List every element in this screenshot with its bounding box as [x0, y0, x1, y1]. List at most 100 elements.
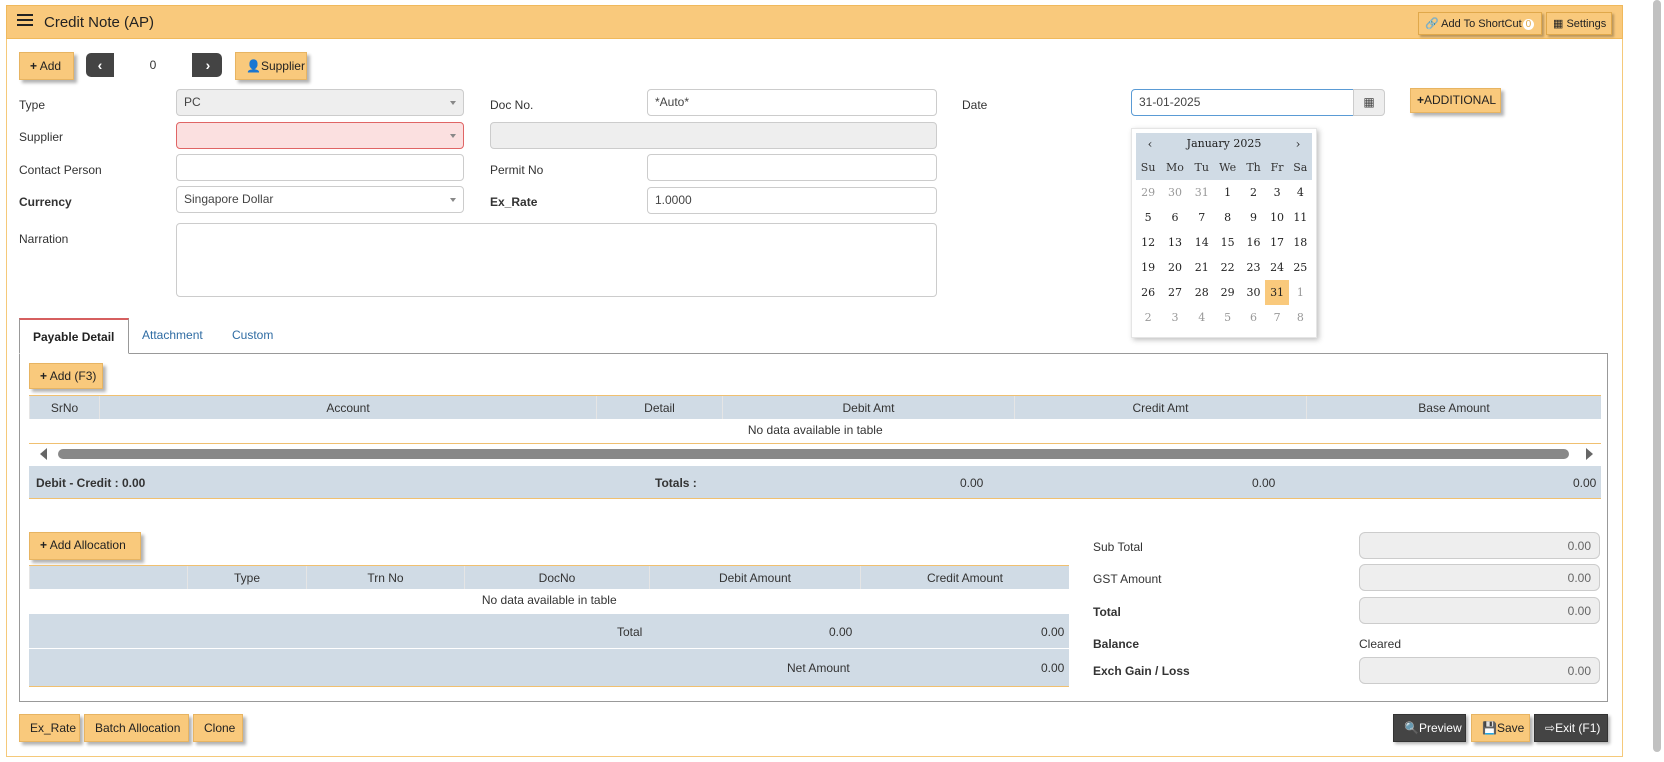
calendar-day[interactable]: 11 — [1289, 205, 1312, 230]
calendar-day[interactable]: 29 — [1136, 180, 1160, 205]
horizontal-scrollbar[interactable] — [36, 448, 1597, 460]
calendar-day[interactable]: 7 — [1190, 205, 1214, 230]
calendar-icon[interactable]: ▦ — [1353, 89, 1385, 116]
calendar-month-label[interactable]: January 2025 — [1187, 137, 1262, 150]
exit-button[interactable]: ⇨Exit (F1) — [1534, 714, 1608, 742]
exrate-button[interactable]: Ex_Rate — [19, 714, 80, 742]
contact-person-input[interactable] — [176, 154, 464, 181]
calendar-day[interactable]: 4 — [1190, 305, 1214, 330]
narration-textarea[interactable] — [176, 223, 937, 297]
tab-payable-detail[interactable]: Payable Detail — [19, 318, 129, 354]
calendar-day[interactable]: 26 — [1136, 280, 1160, 305]
calendar-day[interactable]: 6 — [1242, 305, 1266, 330]
add-allocation-button[interactable]: + Add Allocation — [29, 532, 141, 560]
batch-allocation-button[interactable]: Batch Allocation — [84, 714, 189, 742]
chevron-down-icon — [450, 101, 456, 105]
scrollbar-thumb[interactable] — [58, 449, 1569, 459]
calendar-day[interactable]: 25 — [1289, 255, 1312, 280]
add-button[interactable]: + Add — [19, 52, 74, 80]
plus-icon: + — [40, 369, 48, 383]
clone-button[interactable]: Clone — [193, 714, 243, 742]
calendar-day[interactable]: 19 — [1136, 255, 1160, 280]
calendar-day[interactable]: 9 — [1242, 205, 1266, 230]
save-button[interactable]: 💾Save — [1471, 714, 1530, 742]
column-header[interactable]: Trn No — [306, 566, 465, 589]
calendar-day[interactable]: 15 — [1214, 230, 1242, 255]
calendar-day[interactable]: 21 — [1190, 255, 1214, 280]
prev-record-icon[interactable]: ‹ — [92, 57, 108, 73]
next-record-icon[interactable]: › — [200, 57, 216, 73]
scroll-right-icon[interactable] — [1586, 448, 1593, 460]
date-label: Date — [962, 98, 988, 112]
record-number[interactable]: 0 — [114, 53, 192, 77]
column-header[interactable]: Debit Amount — [649, 566, 861, 589]
calendar-day[interactable]: 3 — [1265, 180, 1288, 205]
supplier-button[interactable]: 👤Supplier — [235, 52, 307, 80]
type-select[interactable]: PC — [176, 89, 464, 116]
calendar-day[interactable]: 22 — [1214, 255, 1242, 280]
additional-button[interactable]: +ADDITIONAL — [1410, 88, 1501, 113]
calendar-day[interactable]: 1 — [1289, 280, 1312, 305]
calendar-day[interactable]: 8 — [1289, 305, 1312, 330]
column-header[interactable]: Type — [187, 566, 307, 589]
calendar-day[interactable]: 18 — [1289, 230, 1312, 255]
calendar-day[interactable]: 29 — [1214, 280, 1242, 305]
calendar-day[interactable]: 31 — [1190, 180, 1214, 205]
column-header[interactable]: Base Amount — [1306, 396, 1601, 419]
column-header[interactable]: DocNo — [464, 566, 650, 589]
calendar-day[interactable]: 16 — [1242, 230, 1266, 255]
preview-button[interactable]: 🔍Preview — [1393, 714, 1466, 742]
next-month-icon[interactable]: › — [1290, 133, 1306, 155]
calendar-day[interactable]: 28 — [1190, 280, 1214, 305]
calendar-day[interactable]: 3 — [1160, 305, 1190, 330]
calendar-day[interactable]: 2 — [1242, 180, 1266, 205]
scroll-left-icon[interactable] — [40, 448, 47, 460]
currency-select[interactable]: Singapore Dollar — [176, 186, 464, 213]
add-to-shortcut-button[interactable]: 🔗 Add To ShortCut 0 — [1418, 12, 1542, 35]
link-icon: 🔗 — [1425, 18, 1439, 30]
add-detail-button[interactable]: + Add (F3) — [29, 363, 103, 389]
permit-no-input[interactable] — [647, 154, 937, 181]
vertical-scrollbar[interactable] — [1650, 0, 1664, 762]
prev-month-icon[interactable]: ‹ — [1142, 133, 1158, 155]
calendar-day[interactable]: 12 — [1136, 230, 1160, 255]
calendar-day[interactable]: 23 — [1242, 255, 1266, 280]
narration-label: Narration — [19, 232, 69, 246]
vertical-scrollbar-thumb[interactable] — [1653, 0, 1661, 752]
calendar-day[interactable]: 17 — [1265, 230, 1288, 255]
calendar-day[interactable]: 24 — [1265, 255, 1288, 280]
exrate-input[interactable]: 1.0000 — [647, 187, 937, 214]
column-header[interactable]: Credit Amount — [860, 566, 1069, 589]
calendar-day[interactable]: 10 — [1265, 205, 1288, 230]
column-header[interactable]: Debit Amt — [722, 396, 1015, 419]
calendar-day[interactable]: 1 — [1214, 180, 1242, 205]
calendar-caption: ‹ January 2025 › — [1136, 133, 1312, 155]
tab-attachment[interactable]: Attachment — [129, 318, 216, 354]
column-header[interactable]: Detail — [596, 396, 723, 419]
calendar-day[interactable]: 6 — [1160, 205, 1190, 230]
column-header[interactable]: Credit Amt — [1014, 396, 1307, 419]
supplier-select[interactable] — [176, 122, 464, 149]
calendar-day[interactable]: 31 — [1265, 280, 1289, 305]
docno-input[interactable]: *Auto* — [647, 89, 937, 116]
column-header[interactable]: SrNo — [29, 396, 100, 419]
hamburger-menu-icon[interactable] — [17, 14, 33, 30]
calendar-day[interactable]: 4 — [1289, 180, 1312, 205]
date-input[interactable]: 31-01-2025 — [1131, 89, 1354, 116]
calendar-day[interactable]: 8 — [1214, 205, 1242, 230]
calendar-day[interactable]: 5 — [1214, 305, 1242, 330]
calendar-day[interactable]: 13 — [1160, 230, 1190, 255]
calendar-day[interactable]: 2 — [1136, 305, 1160, 330]
subtotal-field: 0.00 — [1359, 532, 1600, 559]
weekday-header: We — [1213, 155, 1242, 180]
calendar-day[interactable]: 30 — [1242, 280, 1266, 305]
tab-custom[interactable]: Custom — [219, 318, 286, 354]
calendar-day[interactable]: 30 — [1160, 180, 1190, 205]
calendar-day[interactable]: 20 — [1160, 255, 1190, 280]
calendar-day[interactable]: 14 — [1190, 230, 1214, 255]
calendar-day[interactable]: 27 — [1160, 280, 1190, 305]
calendar-day[interactable]: 5 — [1136, 205, 1160, 230]
settings-button[interactable]: ▦ Settings — [1546, 12, 1612, 35]
column-header[interactable]: Account — [99, 396, 597, 419]
calendar-day[interactable]: 7 — [1265, 305, 1288, 330]
